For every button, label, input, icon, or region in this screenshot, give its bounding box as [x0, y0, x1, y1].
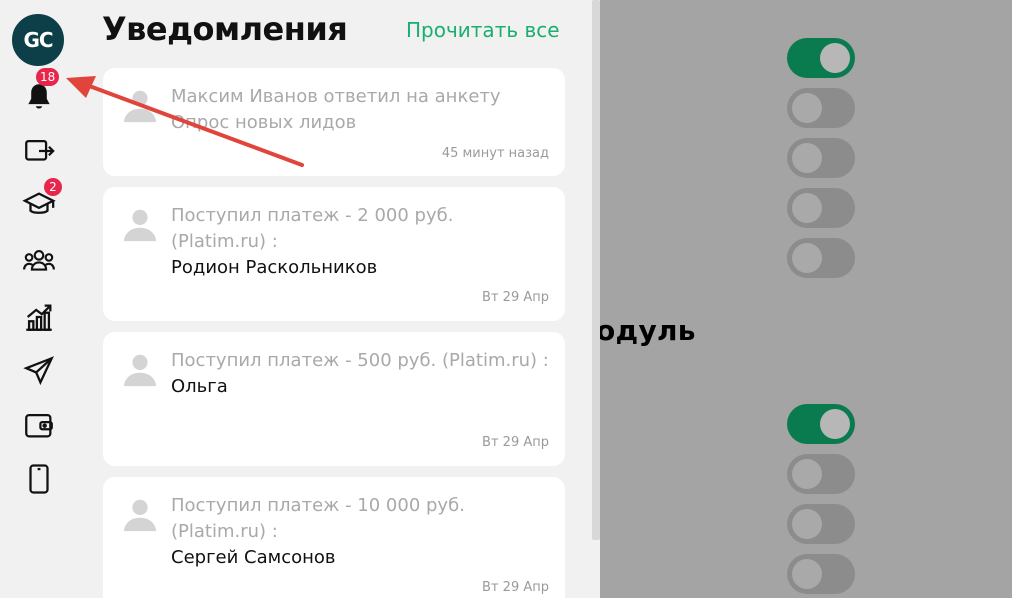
send-icon — [23, 356, 54, 386]
read-all-link[interactable]: Прочитать все — [406, 18, 560, 42]
notification-card[interactable]: Максим Иванов ответил на анкету Опрос но… — [103, 68, 565, 176]
users-icon — [23, 250, 55, 271]
logo[interactable]: GC — [12, 14, 64, 66]
toggle-1[interactable] — [787, 38, 855, 78]
notification-name: Родион Раскольников — [171, 257, 378, 278]
notification-time: Вт 29 Апр — [482, 435, 549, 450]
scrollbar[interactable] — [592, 0, 600, 540]
notification-card[interactable]: Поступил платеж - 500 руб. (Platim.ru) :… — [103, 332, 565, 466]
phone-icon — [29, 464, 49, 494]
panel-title: Уведомления — [102, 10, 348, 48]
toggle-3[interactable] — [787, 138, 855, 178]
notification-name: Ольга — [171, 376, 228, 397]
wallet-icon — [25, 413, 53, 438]
notification-time: Вт 29 Апр — [482, 580, 549, 595]
notification-card[interactable]: Поступил платеж - 2 000 руб. (Platim.ru)… — [103, 187, 565, 321]
notification-card[interactable]: Поступил платеж - 10 000 руб. (Platim.ru… — [103, 477, 565, 598]
user-avatar-icon — [123, 354, 157, 387]
mobile-button[interactable] — [20, 460, 58, 498]
notification-text: Поступил платеж - 500 руб. (Platim.ru) : — [171, 350, 549, 371]
chart-icon — [26, 304, 52, 331]
toggle-5[interactable] — [787, 238, 855, 278]
toggle-4[interactable] — [787, 188, 855, 228]
notification-time: 45 минут назад — [441, 146, 549, 161]
sidebar: GC 18 2 — [0, 0, 78, 598]
messages-button[interactable] — [20, 352, 58, 390]
toggle-6[interactable] — [787, 404, 855, 444]
logout-button[interactable] — [20, 132, 58, 170]
courses-badge: 2 — [44, 178, 62, 196]
notification-text: Поступил платеж - 10 000 руб. (Platim.ru… — [171, 495, 465, 542]
background-heading: одуль — [596, 314, 696, 347]
toggle-2[interactable] — [787, 88, 855, 128]
notification-text: Поступил платеж - 2 000 руб. (Platim.ru)… — [171, 205, 454, 252]
notification-name: Сергей Самсонов — [171, 547, 336, 568]
notification-time: Вт 29 Апр — [482, 290, 549, 305]
logout-icon — [25, 139, 55, 161]
users-button[interactable] — [20, 242, 58, 280]
user-avatar-icon — [123, 90, 157, 123]
user-avatar-icon — [123, 499, 157, 532]
notifications-panel: Уведомления Прочитать все Максим Иванов … — [78, 0, 600, 598]
toggle-9[interactable] — [787, 554, 855, 594]
notification-text: Максим Иванов ответил на анкету Опрос но… — [171, 86, 501, 133]
user-avatar-icon — [123, 209, 157, 242]
toggle-7[interactable] — [787, 454, 855, 494]
wallet-button[interactable] — [20, 406, 58, 444]
analytics-button[interactable] — [20, 298, 58, 336]
toggle-8[interactable] — [787, 504, 855, 544]
notifications-badge: 18 — [36, 68, 60, 86]
